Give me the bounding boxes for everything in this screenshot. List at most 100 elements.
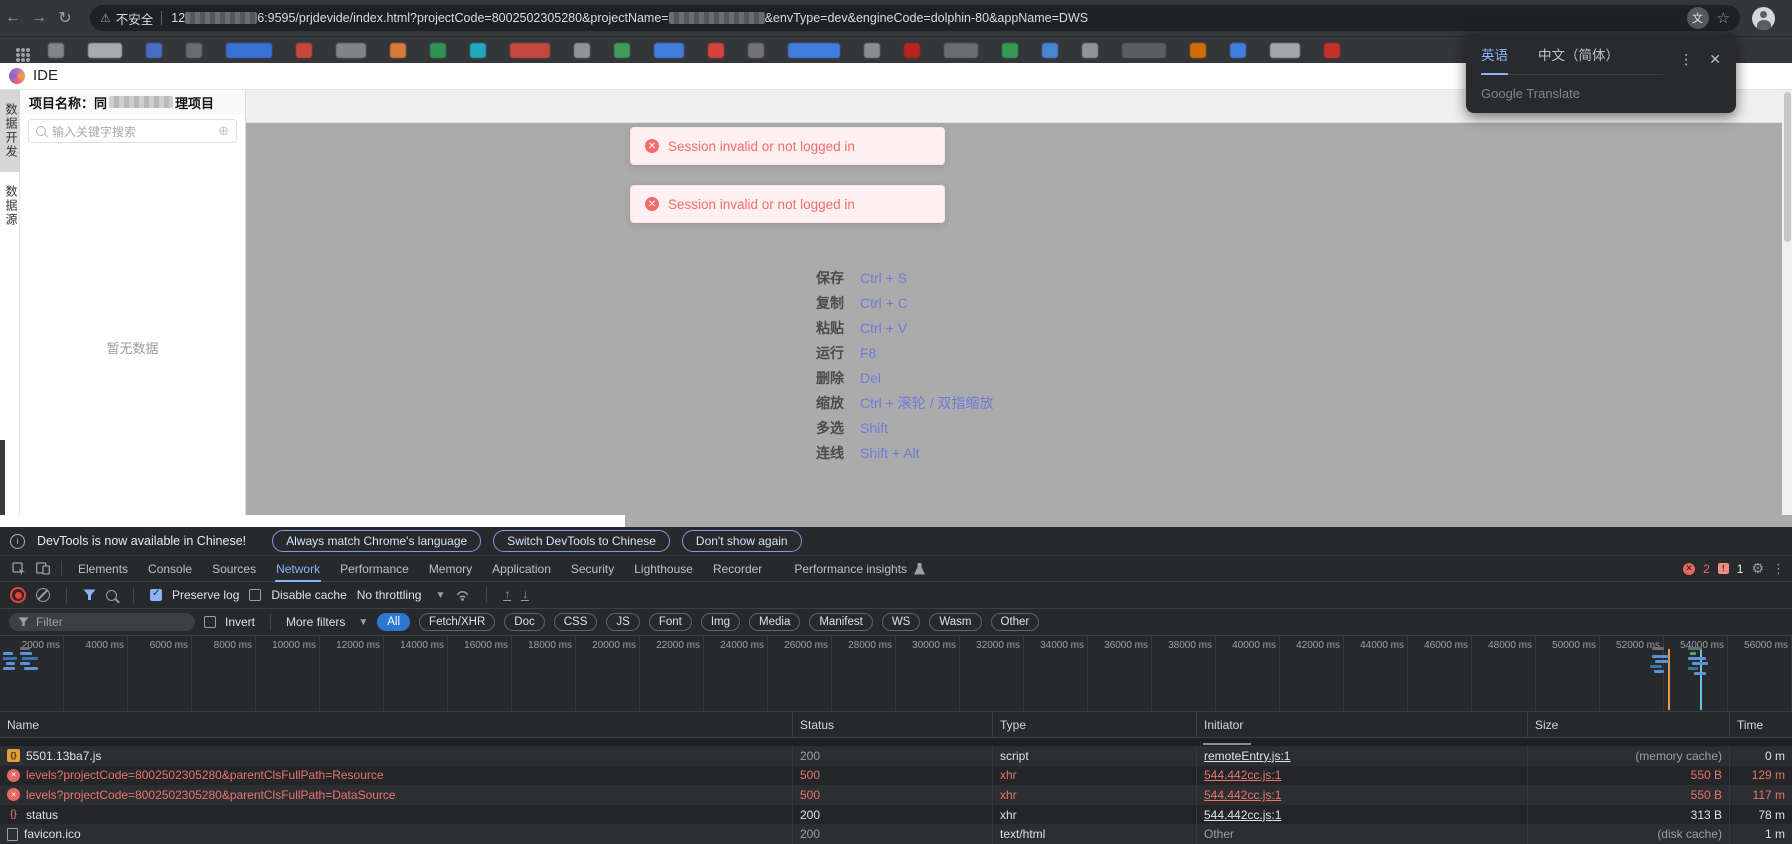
devtools-tab[interactable]: Performance insights	[784, 557, 931, 581]
filter-input[interactable]: Filter	[9, 613, 195, 631]
translate-tab-chinese[interactable]: 中文（简体）	[1538, 44, 1619, 74]
invert-checkbox[interactable]	[204, 616, 216, 628]
request-initiator[interactable]: remoteEntry.js:1	[1204, 749, 1290, 763]
column-header[interactable]: Status	[792, 712, 992, 737]
network-search-icon[interactable]	[106, 590, 117, 601]
address-bar[interactable]: ⚠ 不安全 126:9595/prjdevide/index.html?proj…	[90, 5, 1740, 31]
notice-action-button[interactable]: Switch DevTools to Chinese	[493, 530, 670, 552]
device-toolbar-icon[interactable]	[36, 562, 50, 575]
devtools-tab[interactable]: Recorder	[703, 557, 772, 581]
export-har-icon[interactable]: ↓	[521, 589, 529, 601]
devtools-tab[interactable]: Security	[561, 557, 624, 581]
redacted-bookmark[interactable]	[1190, 43, 1206, 58]
import-har-icon[interactable]: ↑	[503, 589, 511, 601]
request-initiator[interactable]: 544.442cc.js:1	[1204, 768, 1281, 782]
profile-avatar[interactable]	[1752, 7, 1775, 30]
request-type-filter[interactable]: WS	[882, 613, 921, 631]
request-type-filter[interactable]: All	[377, 613, 410, 631]
column-header[interactable]: Type	[992, 712, 1196, 737]
disable-cache-checkbox[interactable]	[249, 589, 261, 601]
redacted-bookmark[interactable]	[708, 43, 724, 58]
inspect-element-icon[interactable]	[12, 562, 26, 576]
devtools-tab[interactable]: Sources	[202, 557, 266, 581]
request-type-filter[interactable]: Doc	[504, 613, 544, 631]
ide-canvas[interactable]	[246, 90, 1792, 527]
devtools-tab[interactable]: Application	[482, 557, 561, 581]
request-row[interactable]: favicon.ico 200 text/html Other (disk ca…	[0, 824, 1792, 844]
filter-funnel-icon[interactable]	[83, 589, 96, 601]
redacted-bookmark[interactable]	[748, 43, 764, 58]
redacted-bookmark[interactable]	[146, 43, 162, 58]
devtools-tab[interactable]: Lighthouse	[624, 557, 703, 581]
redacted-bookmark[interactable]	[864, 43, 880, 58]
error-count[interactable]: 2	[1703, 562, 1710, 576]
redacted-bookmark[interactable]	[1270, 43, 1300, 58]
redacted-bookmark[interactable]	[944, 43, 978, 58]
throttling-select[interactable]: No throttling	[357, 588, 422, 602]
column-header[interactable]: Size	[1527, 712, 1729, 737]
request-type-filter[interactable]: JS	[606, 613, 639, 631]
redacted-bookmark[interactable]	[1324, 43, 1340, 58]
page-scrollbar-thumb[interactable]	[1784, 92, 1791, 242]
network-conditions-icon[interactable]	[455, 589, 470, 602]
redacted-bookmark[interactable]	[470, 43, 486, 58]
notice-action-button[interactable]: Don't show again	[682, 530, 802, 552]
column-header[interactable]: Name	[0, 712, 792, 737]
network-overview-timeline[interactable]: 2000 ms4000 ms6000 ms8000 ms10000 ms1200…	[0, 636, 1792, 712]
redacted-bookmark[interactable]	[510, 43, 550, 58]
issues-count[interactable]: 1	[1737, 562, 1744, 576]
more-filters-button[interactable]: More filters	[286, 615, 345, 629]
settings-gear-icon[interactable]: ⚙	[1751, 560, 1764, 577]
security-label[interactable]: 不安全	[116, 9, 154, 28]
search-input[interactable]: 输入关键字搜索 ⊕	[28, 119, 237, 143]
panel-drag-handle[interactable]	[0, 440, 5, 527]
request-type-filter[interactable]: Img	[701, 613, 740, 631]
request-type-filter[interactable]: Font	[649, 613, 692, 631]
request-row[interactable]: levels?projectCode=8002502305280&parentC…	[0, 785, 1792, 805]
clear-icon[interactable]	[36, 588, 50, 602]
request-row[interactable]: 5501.13ba7.js 200 script remoteEntry.js:…	[0, 746, 1792, 766]
request-type-filter[interactable]: Fetch/XHR	[419, 613, 495, 631]
issues-icon[interactable]: !	[1718, 563, 1729, 574]
notice-action-button[interactable]: Always match Chrome's language	[272, 530, 481, 552]
redacted-bookmark[interactable]	[1082, 43, 1098, 58]
translate-close-icon[interactable]: ✕	[1709, 51, 1721, 68]
url-text[interactable]: 126:9595/prjdevide/index.html?projectCod…	[171, 11, 1686, 25]
disable-cache-label[interactable]: Disable cache	[271, 588, 346, 602]
redacted-bookmark[interactable]	[88, 43, 122, 58]
redacted-bookmark[interactable]	[186, 43, 202, 58]
redacted-bookmark[interactable]	[904, 43, 920, 58]
redacted-bookmark[interactable]	[654, 43, 684, 58]
console-error-icon[interactable]: ✕	[1683, 563, 1695, 575]
invert-label[interactable]: Invert	[225, 615, 255, 629]
preserve-log-label[interactable]: Preserve log	[172, 588, 239, 602]
redacted-bookmark[interactable]	[1042, 43, 1058, 58]
request-row[interactable]: status 200 xhr 544.442cc.js:1 313 B 78 m	[0, 805, 1792, 825]
redacted-bookmark[interactable]	[1230, 43, 1246, 58]
redacted-bookmark[interactable]	[390, 43, 406, 58]
devtools-tab[interactable]: Elements	[68, 557, 138, 581]
column-header[interactable]: Time	[1729, 712, 1792, 737]
request-initiator[interactable]: 544.442cc.js:1	[1204, 788, 1281, 802]
record-icon[interactable]	[10, 587, 26, 603]
redacted-bookmark[interactable]	[226, 43, 272, 58]
redacted-bookmark[interactable]	[336, 43, 366, 58]
translate-options-icon[interactable]: ⋮	[1679, 51, 1693, 68]
translate-icon[interactable]: 文	[1687, 7, 1709, 29]
back-icon[interactable]: ←	[0, 9, 26, 27]
redacted-bookmark[interactable]	[614, 43, 630, 58]
redacted-bookmark[interactable]	[574, 43, 590, 58]
locate-icon[interactable]: ⊕	[218, 123, 229, 139]
request-type-filter[interactable]: Wasm	[929, 613, 981, 631]
bookmark-star-icon[interactable]: ☆	[1717, 9, 1730, 27]
redacted-bookmark[interactable]	[1002, 43, 1018, 58]
devtools-tab[interactable]: Memory	[419, 557, 482, 581]
forward-icon[interactable]: →	[26, 9, 52, 27]
redacted-bookmark[interactable]	[296, 43, 312, 58]
devtools-tab[interactable]: Console	[138, 557, 202, 581]
translate-tab-english[interactable]: 英语	[1481, 44, 1508, 75]
preserve-log-checkbox[interactable]	[150, 589, 162, 601]
vertical-tab[interactable]: 数据开发	[0, 90, 20, 172]
reload-icon[interactable]: ↻	[52, 8, 78, 28]
devtools-menu-icon[interactable]: ⋮	[1772, 561, 1785, 577]
